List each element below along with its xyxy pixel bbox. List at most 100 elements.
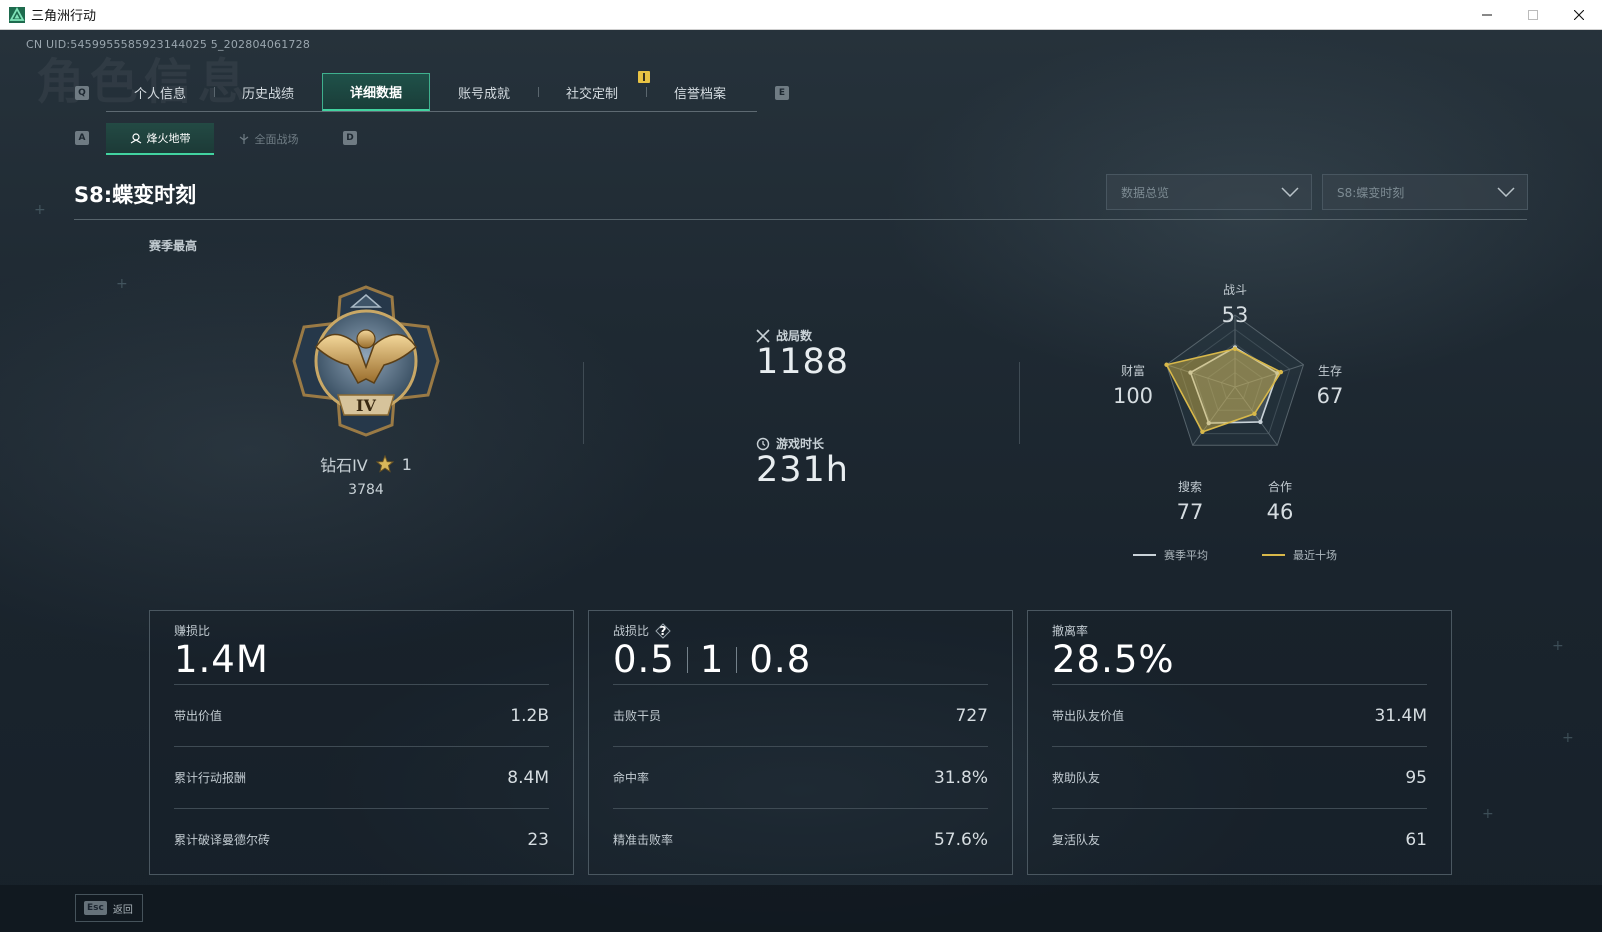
- mode-subtabs: 烽火地带 全面战场: [106, 123, 322, 155]
- tab-personal-info[interactable]: 个人信息: [106, 73, 214, 111]
- tab-match-history[interactable]: 历史战绩: [214, 73, 322, 111]
- crossed-swords-icon: [756, 328, 770, 343]
- key-hint-d: D: [343, 131, 357, 145]
- clock-icon: [756, 437, 770, 450]
- divider: [1019, 362, 1020, 444]
- kd-value-2: 1: [699, 638, 725, 681]
- crosshair-decoration-icon: +: [116, 276, 128, 292]
- close-icon: [1574, 10, 1584, 20]
- radar-axis-label: 合作: [1268, 479, 1292, 494]
- radar-point: [1258, 419, 1263, 425]
- card-row: 击败干员 727: [613, 684, 988, 746]
- season-title: S8:蝶变时刻: [74, 183, 197, 207]
- card-row: 精准击败率 57.6%: [613, 808, 988, 870]
- subtab-label: 全面战场: [254, 133, 299, 146]
- crosshair-decoration-icon: +: [1562, 730, 1574, 746]
- tab-detailed-data[interactable]: 详细数据: [322, 73, 430, 111]
- card-row: 救助队友 95: [1052, 746, 1427, 808]
- card-label: 赚损比: [174, 624, 211, 638]
- divider: [583, 362, 584, 444]
- kd-value-1: 0.5: [613, 638, 675, 681]
- radar-axis-label: 战斗: [1223, 283, 1247, 297]
- main-tabs: 个人信息 历史战绩 详细数据 账号成就 社交定制 信誉档案: [106, 73, 757, 112]
- star-icon: [375, 455, 394, 473]
- radar-axis-value: 67: [1317, 384, 1344, 408]
- minimize-icon: [1482, 14, 1492, 16]
- radar-axis-label: 生存: [1318, 364, 1342, 378]
- radar-axis-label: 搜索: [1178, 479, 1202, 494]
- radar-point: [1164, 362, 1169, 367]
- season-dropdown[interactable]: S8:蝶变时刻: [1322, 174, 1528, 210]
- legend-swatch: [1133, 554, 1156, 556]
- card-row: 累计行动报酬 8.4M: [174, 746, 549, 808]
- divider: [74, 219, 1527, 220]
- subtab-operations[interactable]: 烽火地带: [106, 123, 214, 155]
- radar-axis-value: 53: [1222, 303, 1249, 327]
- player-uid: CN UID:5459955585923144025 5_20280406172…: [26, 38, 311, 51]
- radar-point: [1278, 369, 1284, 375]
- warfare-mode-icon: [239, 134, 248, 144]
- kd-value-3: 0.8: [749, 638, 812, 681]
- radar-axis-value: 100: [1113, 384, 1153, 408]
- help-icon[interactable]: ?: [655, 622, 671, 639]
- maximize-button[interactable]: [1510, 0, 1556, 30]
- tab-achievements[interactable]: 账号成就: [430, 73, 538, 111]
- card-profit-ratio: 赚损比 1.4M 带出价值 1.2B 累计行动报酬 8.4M 累计破译曼德尔砖 …: [149, 610, 574, 875]
- card-row: 带出队友价值 31.4M: [1052, 684, 1427, 746]
- chevron-down-icon: [1497, 187, 1515, 197]
- close-button[interactable]: [1556, 0, 1602, 30]
- operations-mode-icon: [130, 133, 141, 144]
- dropdown-value: 数据总览: [1121, 185, 1170, 200]
- footer-bar: [0, 885, 1602, 932]
- radar-axis-label: 财富: [1121, 363, 1145, 378]
- card-label: 战损比 ?: [613, 622, 671, 639]
- divider: [686, 646, 688, 673]
- key-hint-a: A: [75, 131, 89, 145]
- key-hint-e: E: [775, 86, 789, 100]
- card-label: 撤离率: [1052, 624, 1089, 638]
- crosshair-decoration-icon: +: [34, 202, 46, 218]
- subtab-warfare[interactable]: 全面战场: [214, 123, 322, 155]
- tab-social-custom[interactable]: 社交定制: [538, 73, 646, 111]
- radar-point: [1252, 411, 1257, 416]
- card-row: 累计破译曼德尔砖 23: [174, 808, 549, 870]
- radar-axis-value: 46: [1267, 500, 1294, 524]
- card-row: 复活队友 61: [1052, 808, 1427, 870]
- matches-value: 1188: [756, 342, 850, 382]
- rank-points: 3784: [348, 482, 384, 498]
- card-row: 带出价值 1.2B: [174, 684, 549, 746]
- crosshair-decoration-icon: +: [1552, 638, 1564, 654]
- subtab-label: 烽火地带: [146, 132, 191, 145]
- rank-row: 钻石IV 1: [300, 452, 432, 476]
- rank-name: 钻石IV: [320, 456, 368, 475]
- playtime-value: 231h: [756, 450, 849, 490]
- legend-recent-ten: 最近十场: [1262, 547, 1337, 563]
- radar-axis-value: 77: [1177, 500, 1204, 524]
- maximize-icon: [1528, 10, 1538, 20]
- data-view-dropdown[interactable]: 数据总览: [1106, 174, 1312, 210]
- rank-stars: 1: [401, 454, 412, 474]
- rank-badge-eagle-icon: IV: [292, 285, 440, 437]
- svg-text:IV: IV: [356, 396, 376, 415]
- back-button[interactable]: Esc 返回: [75, 894, 143, 922]
- legend-swatch: [1262, 554, 1285, 556]
- window-titlebar: 三角洲行动: [0, 0, 1602, 30]
- window-title: 三角洲行动: [31, 9, 97, 24]
- card-row: 命中率 31.8%: [613, 746, 988, 808]
- key-hint-q: Q: [75, 86, 89, 100]
- app-logo-icon: [9, 6, 25, 23]
- dropdown-value: S8:蝶变时刻: [1337, 185, 1405, 200]
- notification-badge: [638, 71, 650, 83]
- back-label: 返回: [112, 904, 133, 916]
- radar-point: [1232, 346, 1238, 352]
- chevron-down-icon: [1281, 187, 1299, 197]
- card-kd-ratio: 战损比 ? 0.5 1 0.8 击败干员 727 命中率 31.8% 精准击败率…: [588, 610, 1013, 875]
- card-value: 28.5%: [1052, 638, 1175, 681]
- minimize-button[interactable]: [1464, 0, 1510, 30]
- ability-radar-chart: 战斗 53 生存 67 合作 46 搜索 77 财富 100: [1113, 283, 1344, 524]
- game-profile-screen: 角色信息 CN UID:5459955585923144025 5_202804…: [0, 30, 1602, 932]
- tab-credit-record[interactable]: 信誉档案: [646, 73, 754, 111]
- season-high-label: 赛季最高: [149, 239, 198, 253]
- crosshair-decoration-icon: +: [1482, 806, 1494, 822]
- divider: [736, 646, 738, 673]
